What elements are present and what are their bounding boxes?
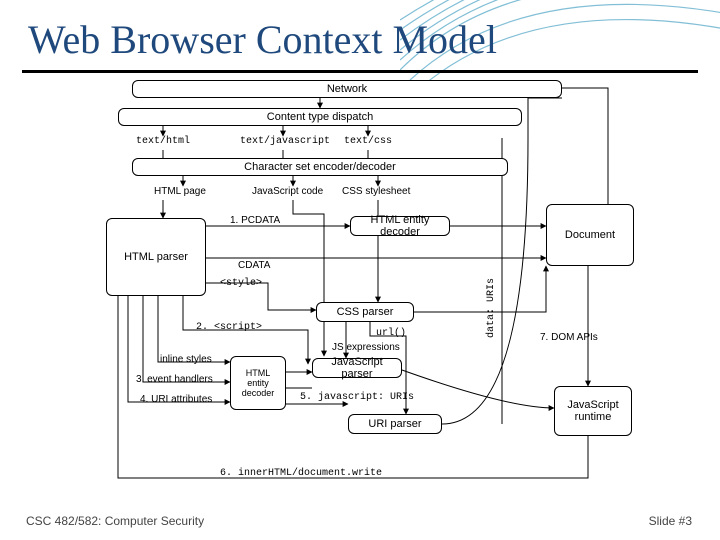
label-data-uris: data: URIs <box>486 278 497 338</box>
box-entity-decoder: HTML entity decoder <box>350 216 450 236</box>
box-network: Network <box>132 80 562 98</box>
label-js-code: JavaScript code <box>252 186 323 197</box>
footer-slide: Slide #3 <box>649 514 692 528</box>
footer-course: CSC 482/582: Computer Security <box>26 514 204 528</box>
label-uri-attrs: 4. URI attributes <box>140 394 212 405</box>
label-css-stylesheet: CSS stylesheet <box>342 186 410 197</box>
label-style-tag: <style> <box>220 278 262 289</box>
label-dom-apis: 7. DOM APIs <box>540 332 598 343</box>
diagram-container: Network Content type dispatch Character … <box>88 78 648 498</box>
box-js-runtime: JavaScript runtime <box>554 386 632 436</box>
box-html-entity-decoder-small: HTML entity decoder <box>230 356 286 410</box>
label-html-page: HTML page <box>154 186 206 197</box>
box-html-parser: HTML parser <box>106 218 206 296</box>
label-js-expr: JS expressions <box>332 342 400 353</box>
box-document: Document <box>546 204 634 266</box>
label-cdata: CDATA <box>238 260 270 271</box>
box-dispatch: Content type dispatch <box>118 108 522 126</box>
label-js-uris: 5. javascript: URIs <box>300 392 414 403</box>
label-script-tag: 2. <script> <box>196 322 262 333</box>
box-css-parser: CSS parser <box>316 302 414 322</box>
box-js-parser: JavaScript parser <box>312 358 402 378</box>
label-innerhtml: 6. innerHTML/document.write <box>220 468 382 479</box>
label-url: url() <box>376 328 406 339</box>
label-text-js: text/javascript <box>240 136 330 147</box>
label-pcdata: 1. PCDATA <box>230 215 280 226</box>
label-inline-styles: inline styles <box>160 354 212 365</box>
page-title: Web Browser Context Model <box>28 16 497 63</box>
label-text-css: text/css <box>344 136 392 147</box>
label-event-handlers: 3. event handlers <box>136 374 213 385</box>
box-encoder: Character set encoder/decoder <box>132 158 508 176</box>
title-underline <box>22 70 698 73</box>
box-uri-parser: URI parser <box>348 414 442 434</box>
label-text-html: text/html <box>136 136 190 147</box>
